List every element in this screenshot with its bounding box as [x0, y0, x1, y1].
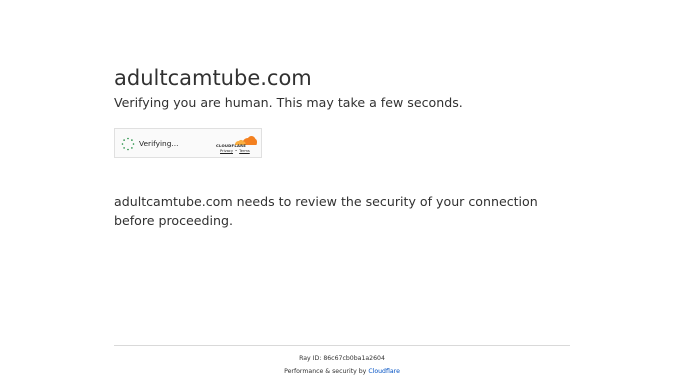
widget-links: Privacy • Terms [220, 149, 250, 153]
cloudflare-link[interactable]: Cloudflare [368, 368, 400, 375]
cloudflare-wordmark: CLOUDFLARE [216, 143, 247, 148]
ray-id-line: Ray ID: 86c67cb0ba1a2604 [114, 354, 570, 363]
ray-id-value: 86c67cb0ba1a2604 [323, 355, 385, 362]
challenge-page: adultcamtube.com Verifying you are human… [0, 0, 683, 384]
verifying-status: Verifying... [139, 139, 179, 148]
page-title: adultcamtube.com [114, 66, 312, 90]
performance-line: Performance & security by Cloudflare [114, 367, 570, 376]
performance-label: Performance & security by [284, 368, 367, 375]
privacy-link[interactable]: Privacy [220, 149, 233, 153]
security-notice: adultcamtube.com needs to review the sec… [114, 194, 538, 228]
page-subtitle: Verifying you are human. This may take a… [114, 95, 463, 110]
turnstile-widget[interactable]: Verifying... CLOUDFLARE Privacy • Terms [114, 128, 262, 158]
main-content: adultcamtube.com Verifying you are human… [114, 64, 570, 228]
footer: Ray ID: 86c67cb0ba1a2604 Performance & s… [114, 345, 570, 376]
terms-link[interactable]: Terms [239, 149, 250, 153]
links-separator: • [235, 149, 238, 153]
loading-spinner-icon [121, 137, 135, 151]
ray-id-label: Ray ID: [299, 355, 322, 362]
